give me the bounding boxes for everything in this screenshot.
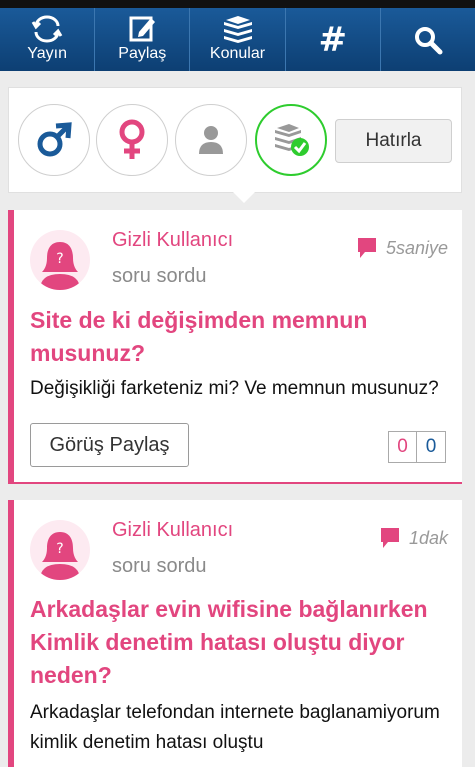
male-icon <box>37 122 72 157</box>
nav-paylas[interactable]: Paylaş <box>95 8 191 71</box>
nav-hashtag[interactable]: # <box>286 8 381 71</box>
filter-female[interactable] <box>96 104 168 176</box>
question-body: Değişikliği farketeniz mi? Ve memnun mus… <box>30 378 439 399</box>
books-check-icon <box>275 124 309 156</box>
comment-icon <box>357 238 376 258</box>
filter-topics[interactable] <box>255 104 327 176</box>
filter-pointer <box>233 192 255 203</box>
question-body: Arkadaşlar telefondan internete baglanam… <box>30 702 440 753</box>
status-bar <box>0 0 475 8</box>
anonymous-female-avatar: ? <box>30 230 90 290</box>
nav-konular[interactable]: Konular <box>190 8 286 71</box>
filter-male[interactable] <box>18 104 90 176</box>
action-text: soru sordu <box>112 265 207 287</box>
female-icon <box>119 119 145 159</box>
filter-card: Hatırla <box>8 87 462 203</box>
count-right[interactable]: 0 <box>417 432 445 462</box>
hashtag-icon: # <box>318 19 347 60</box>
time-text: 1dak <box>408 527 448 548</box>
post-time: 5saniye <box>356 236 448 260</box>
question-title[interactable]: Arkadaşlar evin wifisine bağlanırken Kim… <box>30 593 460 692</box>
nav-paylas-label: Paylaş <box>118 45 167 62</box>
question-card[interactable]: ? Gizli Kullanıcı soru sordu 5saniye Sit… <box>8 210 462 484</box>
share-opinion-button[interactable]: Görüş Paylaş <box>30 423 189 467</box>
remember-button[interactable]: Hatırla <box>335 119 452 163</box>
question-title[interactable]: Site de ki değişimden memnun musunuz? <box>30 304 460 370</box>
nav-yayin-label: Yayın <box>27 45 67 62</box>
vote-counts: 0 0 <box>388 431 446 463</box>
edit-icon <box>129 16 156 42</box>
anonymous-female-avatar: ? <box>30 520 90 580</box>
count-left[interactable]: 0 <box>389 432 417 462</box>
filter-anonymous[interactable] <box>175 104 247 176</box>
user-name[interactable]: Gizli Kullanıcı <box>112 229 233 252</box>
nav-search[interactable] <box>381 8 475 71</box>
refresh-icon <box>31 15 63 43</box>
person-icon <box>199 126 223 154</box>
search-icon <box>414 26 443 54</box>
action-text: soru sordu <box>112 555 207 577</box>
svg-text:?: ? <box>56 541 63 557</box>
books-icon <box>223 16 252 43</box>
top-navbar: Yayın Paylaş Konular # <box>0 8 475 71</box>
user-name[interactable]: Gizli Kullanıcı <box>112 519 233 542</box>
question-card[interactable]: ? Gizli Kullanıcı soru sordu 1dak Arkada… <box>8 500 462 767</box>
svg-text:?: ? <box>56 251 63 267</box>
post-time: 1dak <box>379 526 448 550</box>
nav-yayin[interactable]: Yayın <box>0 8 96 71</box>
nav-konular-label: Konular <box>209 45 266 62</box>
time-text: 5saniye <box>385 237 448 258</box>
comment-icon <box>380 528 399 548</box>
